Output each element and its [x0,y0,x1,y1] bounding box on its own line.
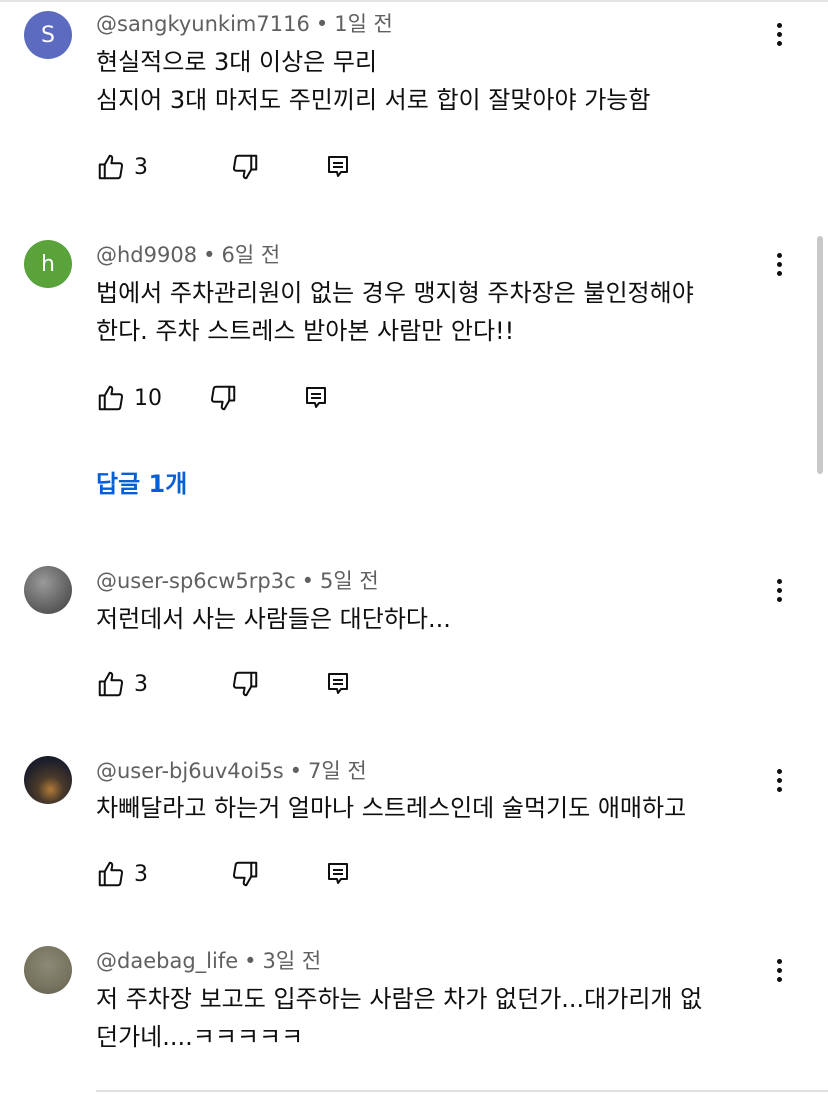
comment-author[interactable]: @user-bj6uv4oi5s [96,759,284,783]
meta-separator: • [315,12,329,36]
meta-separator: • [289,759,303,783]
avatar[interactable]: S [24,11,72,59]
more-options-icon[interactable] [766,574,792,606]
like-count: 3 [134,154,148,180]
scrollbar[interactable] [817,236,823,474]
like-button[interactable]: 3 [96,152,148,182]
like-count: 3 [134,861,148,887]
view-replies-button[interactable]: 답글 1개 [96,464,187,499]
comment-time[interactable]: 6일 전 [221,243,280,267]
bottom-divider [96,1090,828,1092]
meta-separator: • [244,949,257,973]
meta-separator: • [203,243,216,267]
top-divider [0,0,828,2]
dislike-button[interactable] [230,669,260,699]
comment-time[interactable]: 7일 전 [308,759,367,783]
like-button[interactable]: 3 [96,859,148,889]
comment-author[interactable]: @user-sp6cw5rp3c [96,569,296,593]
comment-author[interactable]: @daebag_life [96,949,238,973]
like-count: 10 [134,385,162,411]
avatar-letter: h [41,251,55,277]
comment-meta: @user-bj6uv4oi5s • 7일 전 [96,755,367,785]
comment-time[interactable]: 3일 전 [263,949,322,973]
thumbs-down-icon [232,154,258,180]
reply-comment-icon [328,673,348,694]
comment-actions: 3 [96,857,350,891]
comment-author[interactable]: @sangkyunkim7116 [96,12,310,36]
thumbs-up-icon [98,861,124,887]
avatar[interactable]: h [24,240,72,288]
thumbs-up-icon [98,671,124,697]
comment-line: 던가네....ㅋㅋㅋㅋㅋ [96,1023,304,1051]
comment-text: 저런데서 사는 사람들은 대단하다... [96,600,756,638]
more-options-icon[interactable] [766,954,792,986]
comment-actions: 3 [96,667,350,701]
comment-actions: 3 [96,150,350,184]
like-button[interactable]: 10 [96,383,162,413]
comment-meta: @user-sp6cw5rp3c • 5일 전 [96,565,379,595]
like-count: 3 [134,671,148,697]
avatar-letter: S [41,22,55,48]
dislike-button[interactable] [230,859,260,889]
comment-text: 저 주차장 보고도 입주하는 사람은 차가 없던가...대가리개 없 던가네..… [96,980,756,1056]
comment-meta: @sangkyunkim7116 • 1일 전 [96,8,393,38]
comment-author[interactable]: @hd9908 [96,243,197,267]
reply-button[interactable] [326,671,350,697]
comment-meta: @hd9908 • 6일 전 [96,239,280,269]
avatar[interactable] [24,946,72,994]
comment-line: 차빼달라고 하는거 얼마나 스트레스인데 술먹기도 애매하고 [96,794,687,822]
meta-separator: • [301,569,315,593]
reply-button[interactable] [326,861,350,887]
dislike-button[interactable] [208,383,238,413]
comment-text: 차빼달라고 하는거 얼마나 스트레스인데 술먹기도 애매하고 [96,789,756,827]
thumbs-down-icon [232,671,258,697]
comment-actions: 10 [96,381,328,415]
comment-text: 법에서 주차관리원이 없는 경우 맹지형 주차장은 불인정해야 한다. 주차 스… [96,274,756,350]
more-options-icon[interactable] [766,248,792,280]
reply-button[interactable] [326,154,350,180]
thumbs-up-icon [98,154,124,180]
more-options-icon[interactable] [766,764,792,796]
reply-comment-icon [328,863,348,884]
thumbs-up-icon [98,385,124,411]
comment-line: 법에서 주차관리원이 없는 경우 맹지형 주차장은 불인정해야 [96,279,694,307]
reply-comment-icon [306,387,326,408]
comment-line: 저 주차장 보고도 입주하는 사람은 차가 없던가...대가리개 없 [96,985,703,1013]
comment-line: 저런데서 사는 사람들은 대단하다... [96,605,451,633]
comment-time[interactable]: 1일 전 [334,12,393,36]
comment-time[interactable]: 5일 전 [320,569,379,593]
comment-line: 심지어 3대 마저도 주민끼리 서로 합이 잘맞아야 가능함 [96,86,651,114]
thumbs-down-icon [210,385,236,411]
like-button[interactable]: 3 [96,669,148,699]
thumbs-down-icon [232,861,258,887]
comment-meta: @daebag_life • 3일 전 [96,945,321,975]
more-options-icon[interactable] [766,18,792,50]
reply-comment-icon [328,156,348,177]
comment-text: 현실적으로 3대 이상은 무리 심지어 3대 마저도 주민끼리 서로 합이 잘맞… [96,43,756,119]
avatar[interactable] [24,566,72,614]
reply-button[interactable] [304,385,328,411]
comment-line: 현실적으로 3대 이상은 무리 [96,48,378,76]
dislike-button[interactable] [230,152,260,182]
comment-line: 한다. 주차 스트레스 받아본 사람만 안다!! [96,317,515,345]
avatar[interactable] [24,756,72,804]
